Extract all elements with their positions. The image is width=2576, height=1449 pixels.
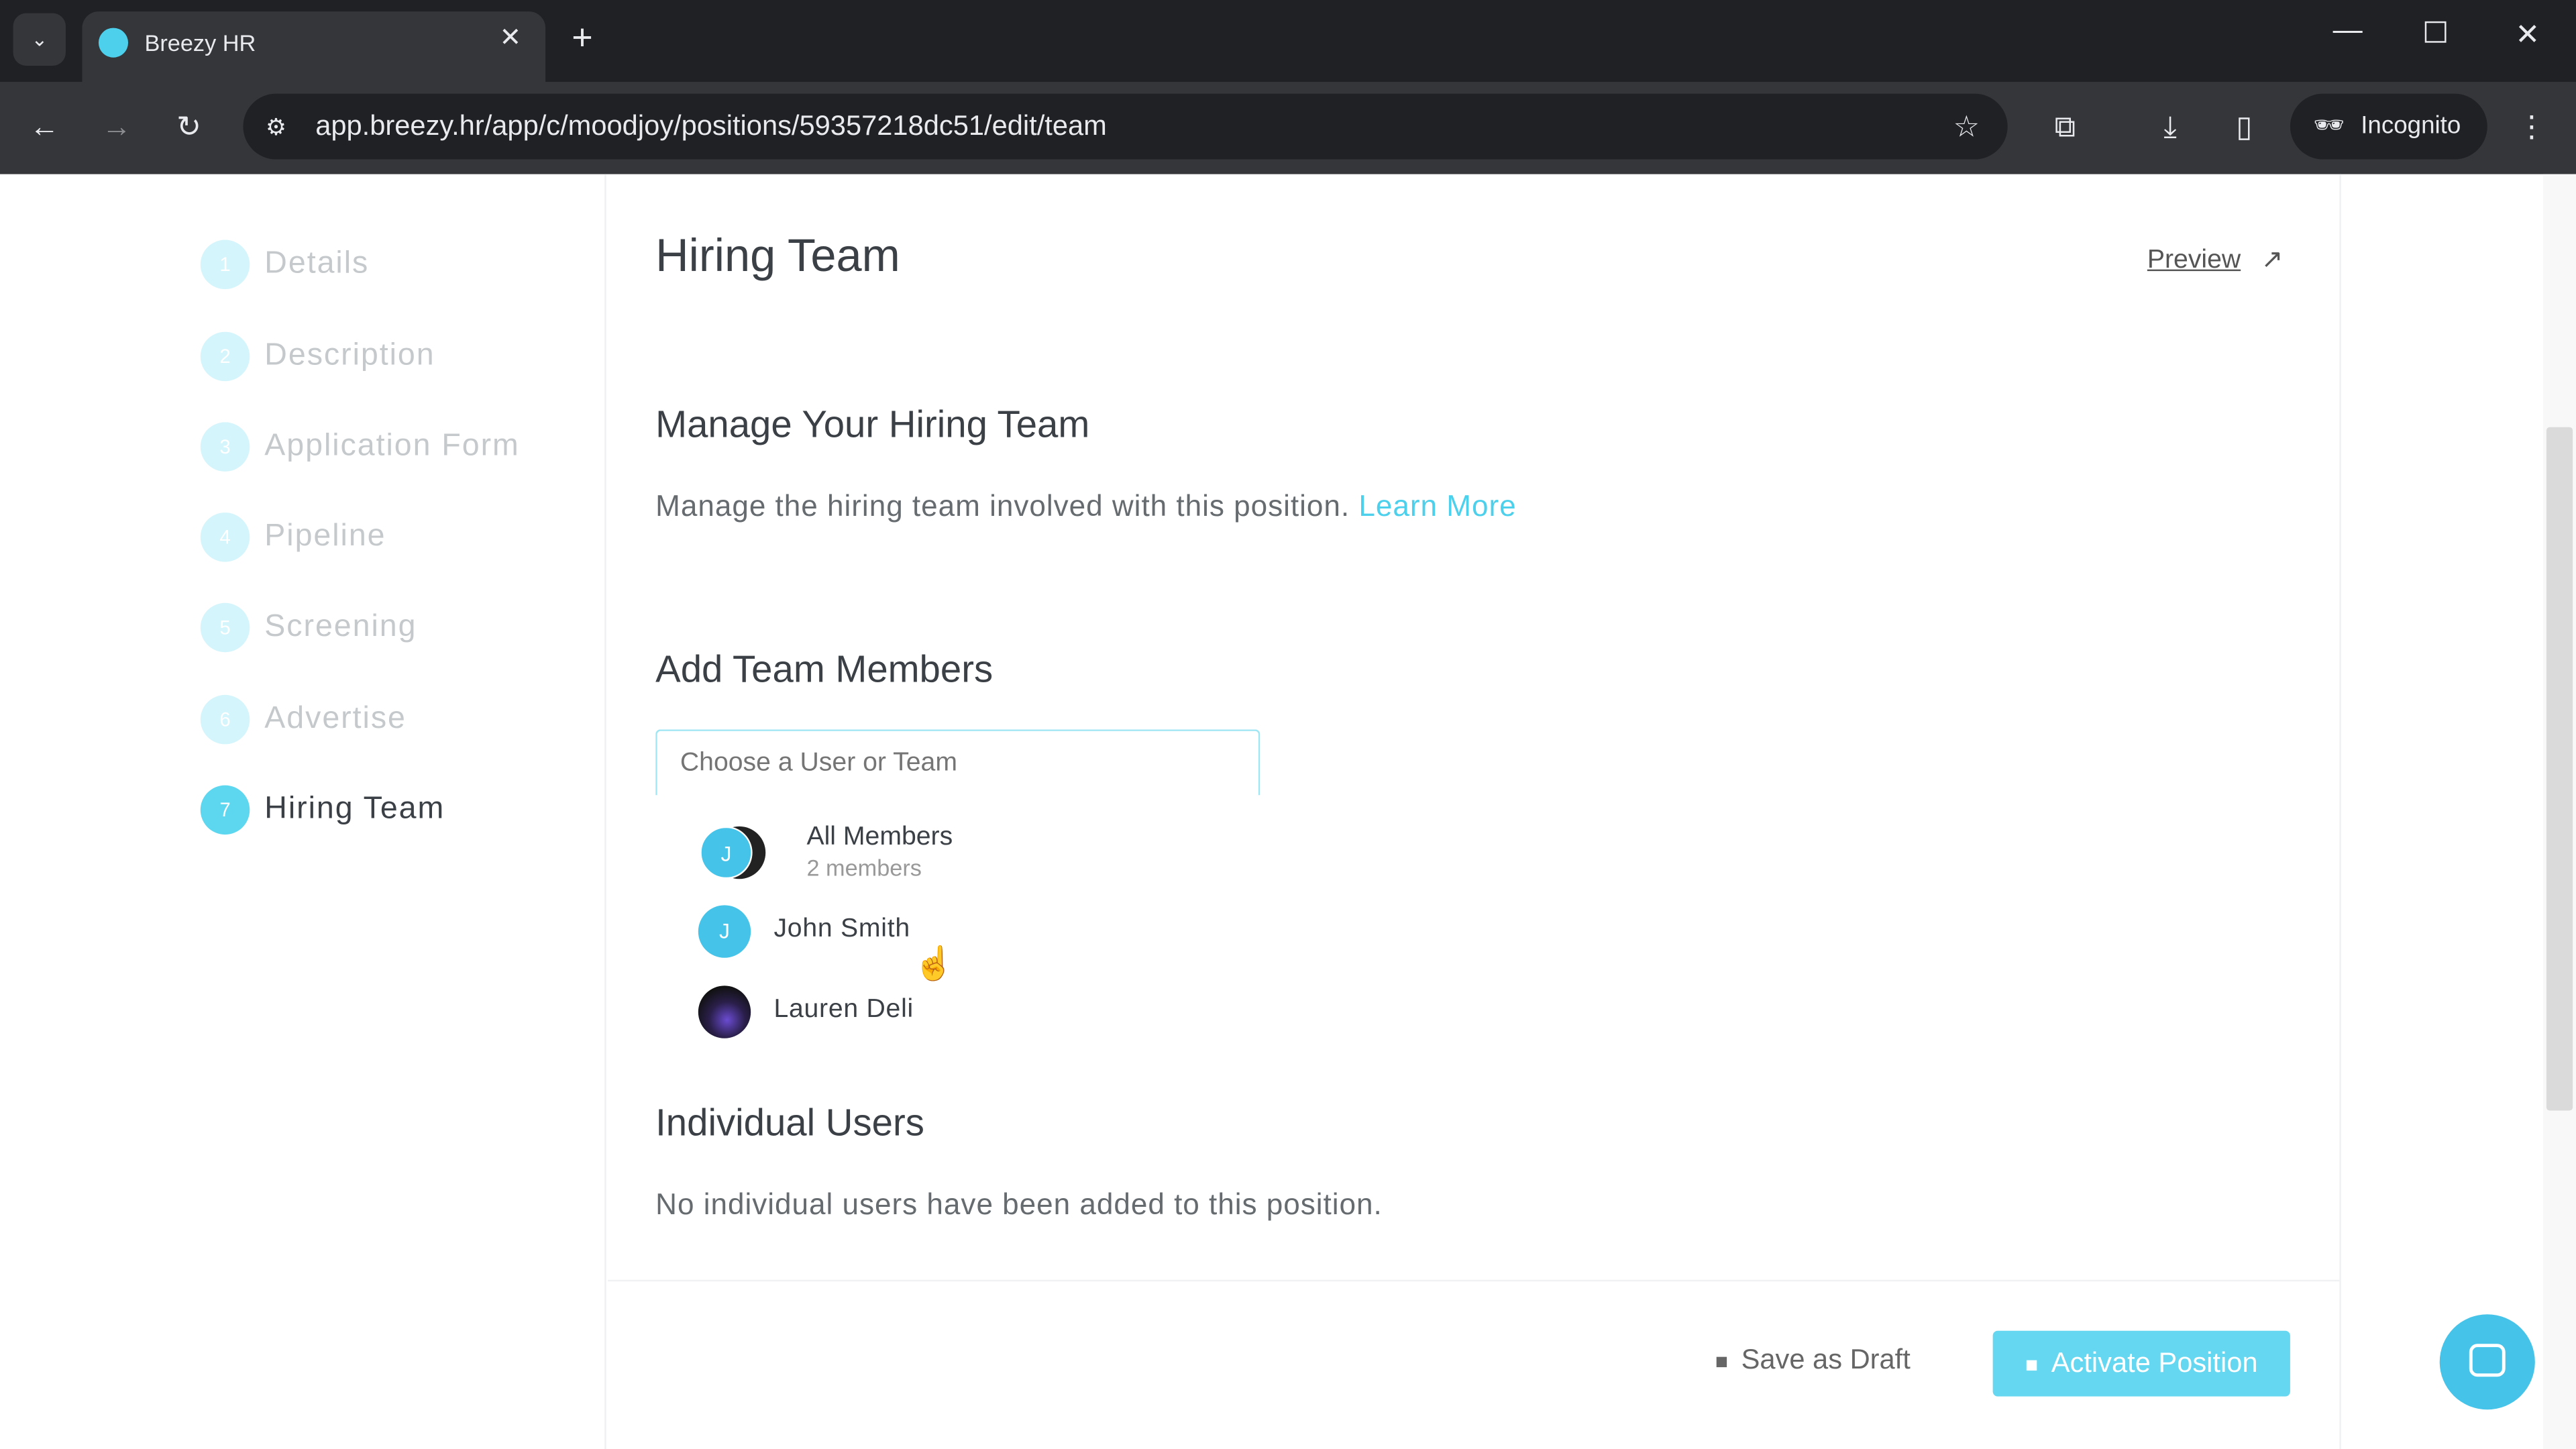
preview-link[interactable]: Preview ↗ xyxy=(2147,243,2284,276)
preview-label: Preview xyxy=(2147,246,2241,274)
site-info-icon[interactable]: ⚙ xyxy=(253,94,299,160)
side-panel-icon[interactable]: ▯ xyxy=(2220,94,2269,160)
footer-divider xyxy=(608,1279,2340,1282)
minimize-icon[interactable]: — xyxy=(2333,13,2363,48)
sidebar-item-label: Details xyxy=(264,246,370,281)
tab-title: Breezy HR xyxy=(144,30,256,56)
manage-description: Manage the hiring team involved with thi… xyxy=(655,490,1517,524)
reload-icon[interactable]: ↻ xyxy=(164,94,213,160)
activate-label: Activate Position xyxy=(2051,1347,2258,1379)
step-number: 7 xyxy=(200,785,250,835)
page-title: Hiring Team xyxy=(655,229,900,281)
download-icon[interactable]: ⤓ xyxy=(2145,94,2194,160)
dropdown-item-user[interactable]: J John Smith xyxy=(690,904,1249,963)
incognito-label: Incognito xyxy=(2361,111,2461,140)
sidebar-item-application-form[interactable]: 3 Application Form xyxy=(200,421,520,473)
avatar: J xyxy=(698,905,751,958)
step-number: 3 xyxy=(200,422,250,472)
save-icon: ■ xyxy=(2025,1352,2039,1377)
restore-icon[interactable] xyxy=(2424,21,2447,43)
sidebar-item-pipeline[interactable]: 4 Pipeline xyxy=(200,511,386,564)
step-number: 2 xyxy=(200,331,250,382)
user-name: Lauren Deli xyxy=(773,996,914,1024)
chat-widget-button[interactable] xyxy=(2439,1314,2535,1410)
add-team-members-heading: Add Team Members xyxy=(655,647,994,690)
external-link-icon: ↗ xyxy=(2261,246,2284,274)
page-scrollbar[interactable] xyxy=(2543,174,2576,1449)
step-number: 5 xyxy=(200,602,250,653)
mouse-cursor-icon: ☝ xyxy=(913,946,955,983)
individual-users-heading: Individual Users xyxy=(655,1100,924,1144)
sidebar-item-label: Application Form xyxy=(264,429,520,464)
dropdown-item-all-members[interactable]: J All Members 2 members xyxy=(690,818,1249,891)
close-window-icon[interactable]: ✕ xyxy=(2515,18,2540,52)
sidebar-item-details[interactable]: 1 Details xyxy=(200,238,370,290)
team-member-count: 2 members xyxy=(806,854,922,881)
manage-text: Manage the hiring team involved with thi… xyxy=(655,489,1350,523)
dropdown-item-user[interactable]: Lauren Deli xyxy=(690,984,1249,1043)
tab-search-button[interactable]: ⌄ xyxy=(13,13,66,66)
forward-icon[interactable]: → xyxy=(92,94,141,160)
content-right-border xyxy=(2339,174,2341,1449)
incognito-badge[interactable]: 🕶 Incognito xyxy=(2290,93,2487,160)
url-text[interactable]: app.breezy.hr/app/c/moodjoy/positions/59… xyxy=(315,110,1107,143)
step-number: 6 xyxy=(200,694,250,745)
sidebar-item-label: Hiring Team xyxy=(264,792,445,826)
save-draft-label: Save as Draft xyxy=(1741,1344,1911,1375)
avatar-photo xyxy=(698,985,751,1038)
incognito-icon: 🕶 xyxy=(2313,111,2345,140)
sidebar-item-screening[interactable]: 5 Screening xyxy=(200,601,417,653)
sidebar-item-advertise[interactable]: 6 Advertise xyxy=(200,693,407,745)
team-name: All Members xyxy=(806,822,953,851)
sidebar-item-label: Description xyxy=(264,338,435,373)
step-number: 1 xyxy=(200,239,250,290)
save-draft-button[interactable]: ■ Save as Draft xyxy=(1715,1344,1911,1377)
activate-position-button[interactable]: ■ Activate Position xyxy=(1992,1330,2290,1397)
chat-icon xyxy=(2469,1344,2506,1377)
new-tab-icon[interactable]: + xyxy=(572,16,592,59)
address-bar[interactable]: ⚙ app.breezy.hr/app/c/moodjoy/positions/… xyxy=(243,93,2008,160)
sidebar-item-hiring-team[interactable]: 7 Hiring Team xyxy=(200,784,445,836)
scrollbar-thumb[interactable] xyxy=(2546,427,2573,1111)
manage-heading: Manage Your Hiring Team xyxy=(655,402,1090,445)
step-number: 4 xyxy=(200,513,250,562)
save-icon: ■ xyxy=(1715,1348,1729,1374)
sidebar-item-description[interactable]: 2 Description xyxy=(200,330,435,382)
browser-tab[interactable]: Breezy HR ✕ xyxy=(82,11,546,83)
breezy-favicon-icon xyxy=(98,28,129,58)
extensions-icon[interactable]: ⧉ xyxy=(2041,94,2090,160)
close-tab-icon[interactable]: ✕ xyxy=(499,21,521,54)
avatar: J xyxy=(700,826,753,879)
sidebar-item-label: Advertise xyxy=(264,701,407,737)
sidebar-item-label: Pipeline xyxy=(264,519,386,554)
individual-users-empty: No individual users have been added to t… xyxy=(655,1187,1383,1221)
user-team-search-input[interactable] xyxy=(655,729,1260,796)
learn-more-link[interactable]: Learn More xyxy=(1358,490,1516,523)
bookmark-star-icon[interactable]: ☆ xyxy=(1942,94,1991,160)
sidebar-divider xyxy=(604,174,606,1449)
user-name: John Smith xyxy=(773,915,910,943)
back-icon[interactable]: ← xyxy=(19,94,68,160)
sidebar-item-label: Screening xyxy=(264,609,417,645)
browser-menu-icon[interactable]: ⋮ xyxy=(2510,94,2553,160)
